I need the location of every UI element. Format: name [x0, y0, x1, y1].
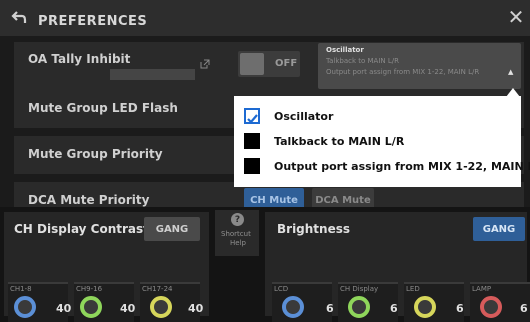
knob-lcd[interactable]: LCD 6	[272, 282, 334, 322]
back-arrow-icon	[11, 11, 27, 23]
knob-led[interactable]: LED 6	[404, 282, 464, 322]
brightness-gang-button[interactable]: GANG	[473, 217, 525, 241]
knob-dial-icon	[348, 296, 370, 318]
page-title: PREFERENCES	[38, 14, 148, 29]
knob-lamp[interactable]: LAMP 6	[470, 282, 530, 322]
knob-label: CH17-24	[142, 285, 173, 293]
popup-option-talkback[interactable]: Talkback to MAIN L/R	[244, 130, 404, 152]
toggle-state-label: OFF	[275, 58, 298, 69]
oa-tally-inhibit-label: OA Tally Inhibit	[28, 52, 131, 66]
knob-dial-icon	[80, 296, 102, 318]
knob-dial-icon	[414, 296, 436, 318]
knob-dial-icon	[480, 296, 502, 318]
shortcut-help-line2: Help	[230, 239, 246, 247]
knob-dial-icon	[14, 296, 36, 318]
back-button[interactable]	[6, 4, 32, 30]
dca-mute-priority-label: DCA Mute Priority	[28, 193, 150, 207]
knob-label: LED	[406, 285, 420, 293]
knob-label: CH Display	[340, 285, 379, 293]
select-title: Oscillator	[326, 46, 364, 54]
knob-label: LCD	[274, 285, 289, 293]
knob-label: LAMP	[472, 285, 492, 293]
popup-option-oscillator[interactable]: Oscillator	[244, 105, 333, 127]
popup-option-output-port[interactable]: Output port assign from MIX 1-22, MAIN L…	[244, 155, 530, 177]
popup-option-label: Talkback to MAIN L/R	[274, 134, 405, 148]
checkbox-checked-icon[interactable]	[244, 108, 260, 124]
checkbox-unchecked-icon[interactable]	[244, 133, 260, 149]
knob-ch9-16[interactable]: CH9-16 40	[74, 282, 136, 322]
knob-value: 6	[456, 302, 464, 315]
oa-tally-indicator-bar	[110, 69, 195, 80]
checkbox-unchecked-icon[interactable]	[244, 158, 260, 174]
knob-dial-icon	[150, 296, 172, 318]
knob-value: 6	[326, 302, 334, 315]
knob-value: 6	[520, 302, 528, 315]
popup-option-label: Oscillator	[274, 109, 334, 123]
knob-value: 40	[188, 302, 204, 315]
popup-option-label: Output port assign from MIX 1-22, MAIN L…	[274, 159, 530, 173]
close-button[interactable]: ✕	[505, 5, 527, 29]
knob-value: 6	[390, 302, 398, 315]
knob-ch1-8[interactable]: CH1-8 40	[8, 282, 72, 322]
brightness-label: Brightness	[277, 222, 351, 236]
knob-label: CH9-16	[76, 285, 103, 293]
knob-dial-icon	[282, 296, 304, 318]
caret-up-icon: ▲	[508, 68, 514, 76]
ch-display-contrast-label: CH Display Contrast	[14, 222, 149, 236]
knob-label: CH1-8	[10, 285, 32, 293]
select-line-talkback: Talkback to MAIN L/R	[326, 57, 399, 65]
mute-group-priority-label: Mute Group Priority	[28, 147, 163, 161]
knob-ch17-24[interactable]: CH17-24 40	[140, 282, 204, 322]
contrast-gang-button[interactable]: GANG	[144, 217, 200, 241]
knob-value: 40	[120, 302, 136, 315]
shortcut-help-line1: Shortcut	[221, 230, 251, 238]
mute-group-led-flash-label: Mute Group LED Flash	[28, 101, 178, 115]
toggle-knob	[240, 53, 264, 75]
knob-ch-display[interactable]: CH Display 6	[338, 282, 398, 322]
close-icon: ✕	[507, 5, 525, 29]
select-line-output-port: Output port assign from MIX 1-22, MAIN L…	[326, 68, 480, 76]
question-icon: ?	[231, 213, 244, 226]
external-link-icon	[200, 59, 210, 69]
knob-value: 40	[56, 302, 72, 315]
